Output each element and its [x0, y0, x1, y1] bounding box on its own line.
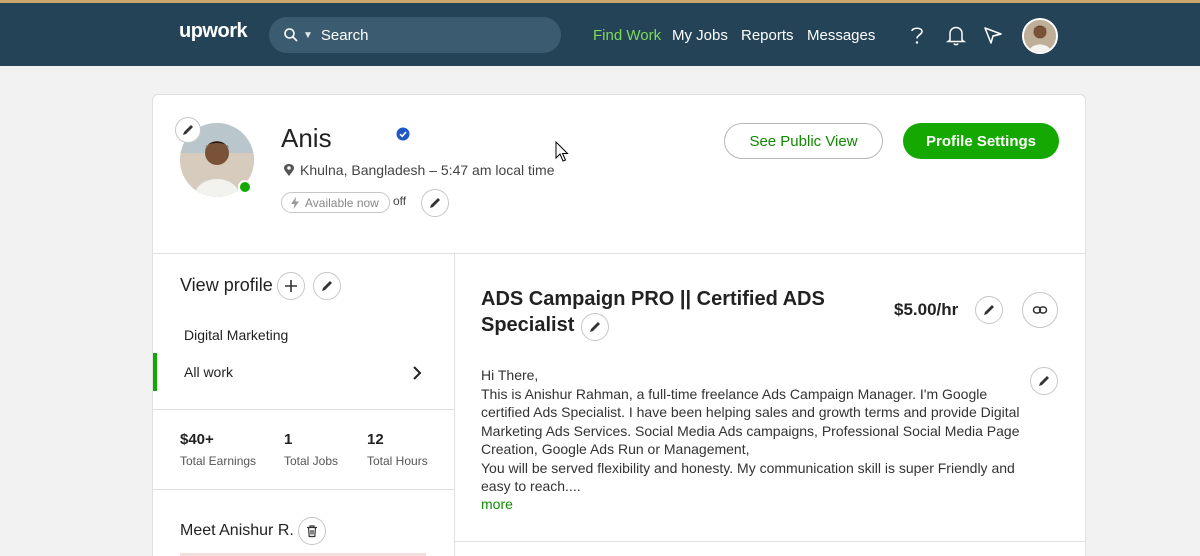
profile-card: Anis Khulna, Bangladesh – 5:47 am local … [152, 94, 1086, 556]
stat-earnings-value: $40+ [180, 431, 214, 448]
availability-badge[interactable]: Available now [281, 192, 390, 213]
trash-icon [307, 525, 317, 538]
nav-messages[interactable]: Messages [807, 27, 875, 44]
search-bar[interactable]: ▼ Search [269, 17, 561, 53]
nav-my-jobs[interactable]: My Jobs [672, 27, 728, 44]
pencil-icon [183, 125, 193, 135]
search-icon [284, 28, 298, 42]
view-profile-heading: View profile [180, 275, 273, 295]
send-icon[interactable] [982, 24, 1004, 46]
location-pin-icon [284, 164, 294, 176]
edit-availability-button[interactable] [421, 189, 449, 217]
pencil-icon [430, 198, 440, 208]
stat-jobs-value: 1 [284, 431, 293, 448]
pencil-icon [1039, 376, 1049, 386]
active-indicator [153, 353, 157, 391]
delete-button[interactable] [298, 517, 326, 545]
location-line: Khulna, Bangladesh – 5:47 am local time [283, 162, 555, 178]
divider [454, 253, 455, 556]
search-input[interactable]: Search [321, 27, 369, 44]
mouse-cursor-icon [555, 141, 569, 162]
more-link[interactable]: more [481, 496, 513, 512]
divider [153, 253, 1085, 254]
description-paragraph: You will be served flexibility and hones… [481, 459, 1015, 495]
chevron-down-icon[interactable]: ▼ [303, 30, 313, 41]
pencil-icon [984, 305, 994, 315]
bell-icon[interactable] [945, 24, 967, 46]
edit-rate-button[interactable] [975, 296, 1003, 324]
help-icon[interactable] [906, 24, 928, 46]
stat-earnings-label: Total Earnings [180, 454, 257, 468]
top-navigation-bar: upwork ▼ Search Find Work My Jobs Report… [0, 0, 1200, 66]
upwork-logo[interactable]: upwork [179, 20, 248, 43]
stat-hours-value: 12 [367, 431, 384, 448]
divider [153, 409, 454, 410]
edit-profile-button[interactable] [313, 272, 341, 300]
link-icon [1032, 306, 1048, 314]
divider [454, 541, 1085, 542]
category-digital-marketing[interactable]: Digital Marketing [184, 327, 288, 343]
lightning-icon [291, 196, 299, 209]
divider [153, 489, 454, 490]
edit-description-button[interactable] [1030, 367, 1058, 395]
user-avatar[interactable] [1022, 18, 1058, 54]
description-paragraph: This is Anishur Rahman, a full-time free… [481, 385, 1020, 458]
chevron-right-icon[interactable] [412, 365, 422, 381]
profile-title-text: ADS Campaign PRO || Certified ADS Specia… [481, 288, 825, 336]
description-paragraph: Hi There, [481, 367, 539, 383]
nav-find-work[interactable]: Find Work [593, 27, 661, 44]
stat-hours-label: Total Hours [367, 454, 428, 468]
hourly-rate: $5.00/hr [894, 300, 959, 319]
profile-title: ADS Campaign PRO || Certified ADS Specia… [481, 286, 831, 338]
profile-description: Hi There, This is Anishur Rahman, a full… [481, 366, 1021, 496]
meet-heading: Meet Anishur R. [180, 522, 294, 539]
nav-reports[interactable]: Reports [741, 27, 794, 44]
plus-icon [285, 280, 297, 292]
edit-title-button[interactable] [581, 313, 609, 341]
pencil-icon [322, 281, 332, 291]
pencil-icon [590, 322, 600, 332]
availability-label: Available now [305, 195, 379, 210]
location-text: Khulna, Bangladesh – 5:47 am local time [300, 162, 555, 178]
see-public-view-button[interactable]: See Public View [724, 123, 883, 159]
edit-photo-button[interactable] [175, 117, 201, 143]
stat-jobs-label: Total Jobs [284, 454, 339, 468]
add-profile-button[interactable] [277, 272, 305, 300]
copy-link-button[interactable] [1022, 292, 1058, 328]
availability-state: off [393, 194, 407, 208]
online-status-dot [238, 180, 252, 194]
category-all-work[interactable]: All work [184, 364, 233, 380]
profile-settings-button[interactable]: Profile Settings [903, 123, 1059, 159]
verified-badge-icon [396, 127, 410, 141]
profile-name: Anis [281, 123, 332, 153]
